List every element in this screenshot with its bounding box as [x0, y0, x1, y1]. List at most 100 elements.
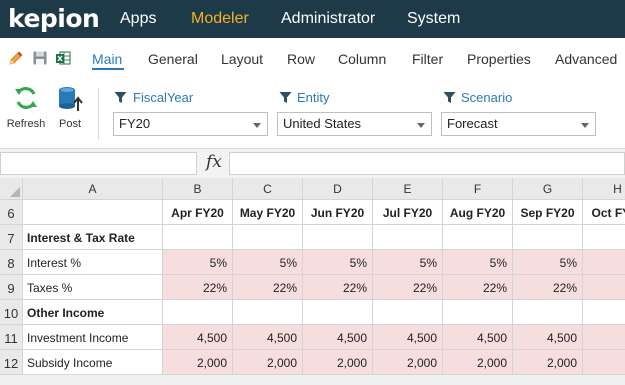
value-cell[interactable]: 5% — [513, 250, 583, 275]
row-header-7[interactable]: 7 — [0, 225, 23, 250]
value-cell[interactable]: 2,000 — [443, 350, 513, 375]
grid-cell[interactable] — [23, 200, 163, 225]
value-cell[interactable] — [443, 300, 513, 325]
value-cell[interactable]: 22% — [303, 275, 373, 300]
row-label[interactable]: Investment Income — [23, 325, 163, 350]
value-cell[interactable] — [233, 300, 303, 325]
formula-input[interactable] — [229, 152, 625, 175]
value-cell[interactable]: 2,000 — [163, 350, 233, 375]
value-cell[interactable]: 22% — [373, 275, 443, 300]
value-cell[interactable] — [583, 250, 625, 275]
tab-properties[interactable]: Properties — [467, 51, 531, 67]
value-cell[interactable] — [303, 300, 373, 325]
value-cell[interactable]: 22% — [163, 275, 233, 300]
nav-system[interactable]: System — [407, 10, 460, 28]
tab-row[interactable]: Row — [287, 51, 315, 67]
post-button[interactable]: Post — [52, 84, 88, 130]
tab-advanced[interactable]: Advanced — [555, 51, 617, 67]
nav-apps[interactable]: Apps — [120, 10, 156, 28]
value-cell[interactable] — [373, 300, 443, 325]
period-header[interactable]: Jul FY20 — [373, 200, 443, 225]
section-label[interactable]: Interest & Tax Rate — [23, 225, 163, 250]
value-cell[interactable] — [303, 225, 373, 250]
tab-main[interactable]: Main — [92, 51, 122, 67]
period-header[interactable]: Jun FY20 — [303, 200, 373, 225]
value-cell[interactable] — [583, 300, 625, 325]
value-cell[interactable]: 2,000 — [303, 350, 373, 375]
fiscalyear-label[interactable]: FiscalYear — [133, 90, 193, 105]
tab-general[interactable]: General — [148, 51, 198, 67]
value-cell[interactable] — [163, 225, 233, 250]
value-cell[interactable] — [583, 350, 625, 375]
value-cell[interactable]: 5% — [303, 250, 373, 275]
value-cell[interactable] — [583, 325, 625, 350]
value-cell[interactable] — [513, 225, 583, 250]
value-cell[interactable]: 2,000 — [373, 350, 443, 375]
entity-dropdown[interactable]: United States — [277, 112, 432, 136]
column-header-e[interactable]: E — [373, 178, 443, 200]
value-cell[interactable]: 4,500 — [443, 325, 513, 350]
column-header-h[interactable]: H — [583, 178, 625, 200]
column-header-g[interactable]: G — [513, 178, 583, 200]
value-cell[interactable] — [233, 225, 303, 250]
kepion-logo[interactable]: kepion — [8, 4, 100, 33]
row-header-12[interactable]: 12 — [0, 350, 23, 375]
value-cell[interactable] — [513, 300, 583, 325]
excel-icon[interactable] — [55, 50, 71, 66]
row-header-9[interactable]: 9 — [0, 275, 23, 300]
tab-filter[interactable]: Filter — [412, 51, 443, 67]
nav-administrator[interactable]: Administrator — [281, 10, 375, 28]
period-header[interactable]: Apr FY20 — [163, 200, 233, 225]
entity-label[interactable]: Entity — [297, 90, 330, 105]
value-cell[interactable]: 5% — [233, 250, 303, 275]
value-cell[interactable]: 5% — [373, 250, 443, 275]
value-cell[interactable]: 22% — [513, 275, 583, 300]
value-cell[interactable]: 4,500 — [373, 325, 443, 350]
scenario-label[interactable]: Scenario — [461, 90, 512, 105]
refresh-button[interactable]: Refresh — [5, 84, 47, 130]
row-header-10[interactable]: 10 — [0, 300, 23, 325]
column-header-c[interactable]: C — [233, 178, 303, 200]
period-header[interactable]: May FY20 — [233, 200, 303, 225]
column-header-b[interactable]: B — [163, 178, 233, 200]
value-cell[interactable]: 4,500 — [163, 325, 233, 350]
tab-column[interactable]: Column — [338, 51, 386, 67]
row-header-11[interactable]: 11 — [0, 325, 23, 350]
pencil-icon[interactable] — [8, 50, 24, 66]
save-icon[interactable] — [32, 50, 48, 66]
name-box[interactable] — [0, 152, 197, 175]
value-cell[interactable]: 4,500 — [303, 325, 373, 350]
value-cell[interactable]: 22% — [443, 275, 513, 300]
period-header[interactable]: Aug FY20 — [443, 200, 513, 225]
fiscalyear-dropdown[interactable]: FY20 — [113, 112, 268, 136]
row-label[interactable]: Interest % — [23, 250, 163, 275]
row-label[interactable]: Subsidy Income — [23, 350, 163, 375]
section-label[interactable]: Other Income — [23, 300, 163, 325]
ribbon-tab-row: Main General Layout Row Column Filter Pr… — [0, 38, 625, 78]
value-cell[interactable] — [373, 225, 443, 250]
column-header-f[interactable]: F — [443, 178, 513, 200]
nav-modeler[interactable]: Modeler — [191, 10, 249, 28]
horizontal-scrollbar[interactable] — [0, 375, 625, 385]
value-cell[interactable]: 22% — [233, 275, 303, 300]
value-cell[interactable] — [163, 300, 233, 325]
scenario-dropdown[interactable]: Forecast — [441, 112, 596, 136]
value-cell[interactable]: 4,500 — [233, 325, 303, 350]
value-cell[interactable] — [443, 225, 513, 250]
column-header-d[interactable]: D — [303, 178, 373, 200]
value-cell[interactable]: 5% — [443, 250, 513, 275]
period-header[interactable]: Sep FY20 — [513, 200, 583, 225]
tab-layout[interactable]: Layout — [221, 51, 263, 67]
select-all-corner[interactable] — [0, 178, 23, 200]
value-cell[interactable]: 2,000 — [233, 350, 303, 375]
value-cell[interactable]: 5% — [163, 250, 233, 275]
row-header-6[interactable]: 6 — [0, 200, 23, 225]
value-cell[interactable] — [583, 275, 625, 300]
period-header[interactable]: Oct FY20 — [583, 200, 625, 225]
value-cell[interactable]: 2,000 — [513, 350, 583, 375]
value-cell[interactable] — [583, 225, 625, 250]
row-label[interactable]: Taxes % — [23, 275, 163, 300]
column-header-a[interactable]: A — [23, 178, 163, 200]
value-cell[interactable]: 4,500 — [513, 325, 583, 350]
row-header-8[interactable]: 8 — [0, 250, 23, 275]
